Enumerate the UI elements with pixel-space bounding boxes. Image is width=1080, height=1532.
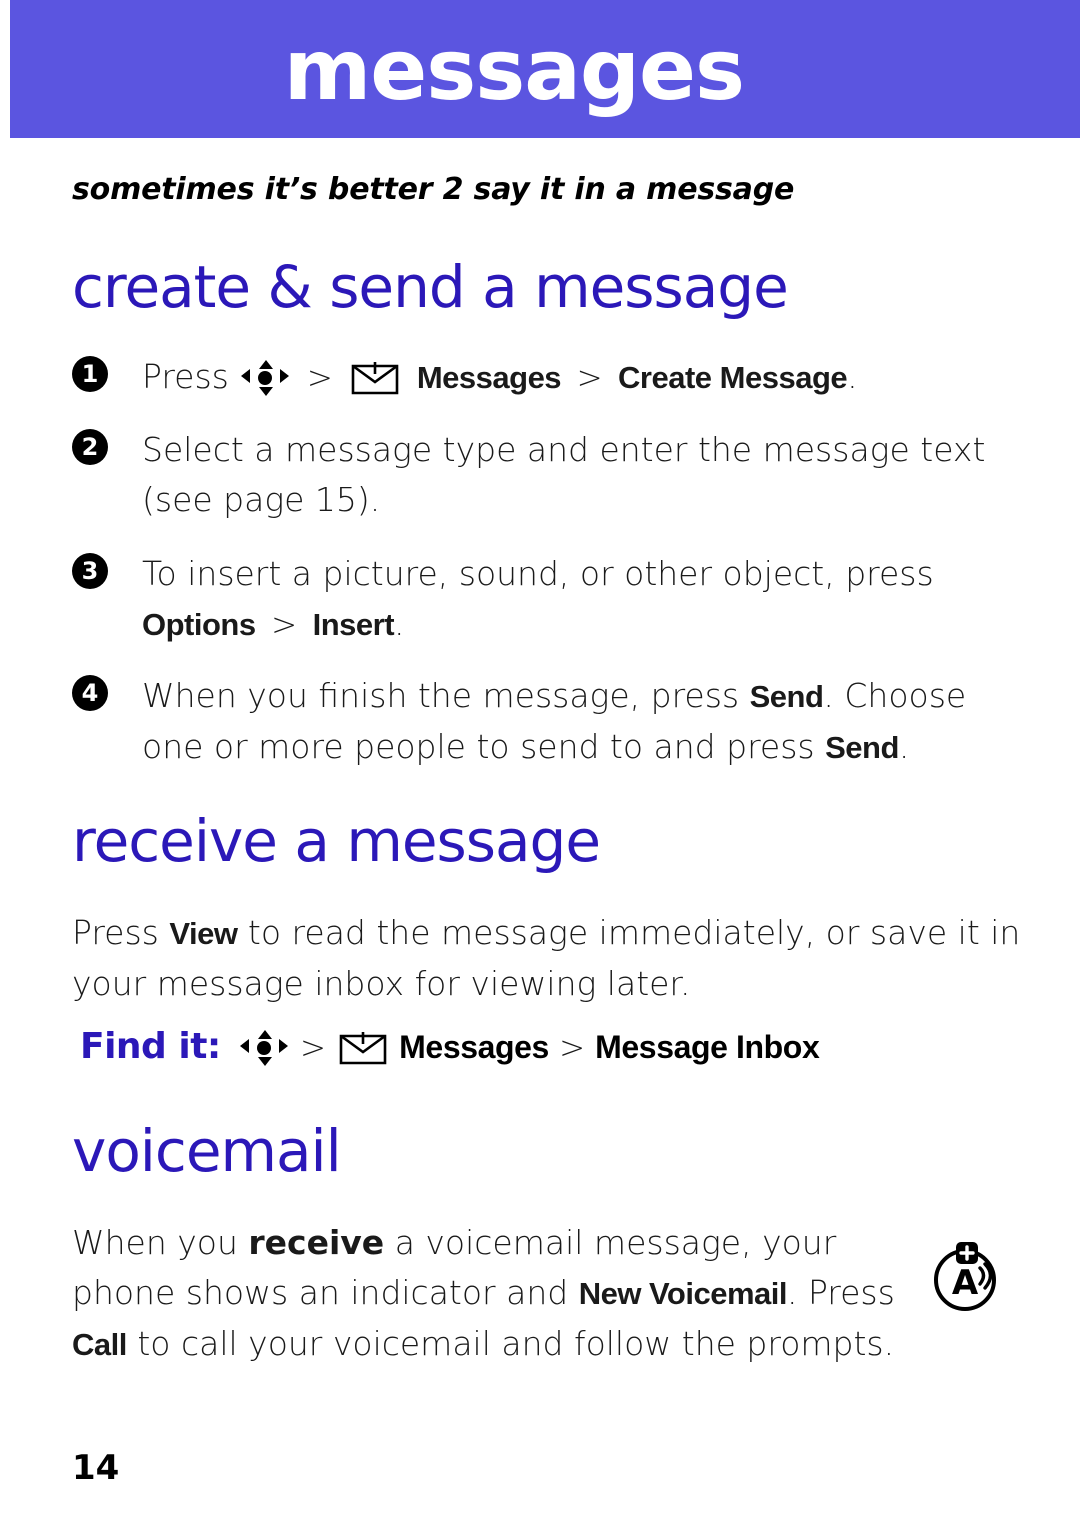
step-text: To insert a picture, sound, or other obj… <box>142 549 1012 650</box>
menu-path-create-message: Create Message <box>618 360 848 395</box>
navigation-key-icon <box>241 360 290 396</box>
softkey-call: Call <box>72 1327 127 1362</box>
page-title: messages <box>283 21 745 119</box>
step-text: Press > Messages > Create Message. <box>142 352 1012 403</box>
indicator-new-voicemail: New Voicemail <box>578 1276 788 1311</box>
page-number: 14 <box>72 1448 120 1488</box>
voicemail-emphasis-receive: receive <box>248 1223 385 1262</box>
path-separator: > <box>559 1030 586 1066</box>
step-tail-punctuation: . <box>847 357 858 396</box>
section-heading-voicemail: voicemail <box>72 1117 342 1185</box>
step-number-badge: 2 <box>72 429 108 465</box>
svg-text:A: A <box>952 1263 979 1303</box>
page-header-banner: messages <box>0 0 1080 138</box>
find-it-label: Find it: <box>80 1026 221 1067</box>
list-item: 1 Press > Messages > Create Message. <box>72 352 1012 403</box>
step-number-badge: 1 <box>72 356 108 392</box>
softkey-send-2: Send <box>825 730 899 765</box>
menu-path-messages: Messages <box>399 1029 549 1065</box>
step-lead-text: To insert a picture, sound, or other obj… <box>142 554 934 593</box>
path-separator: > <box>576 360 603 396</box>
receive-text-before: Press <box>72 913 170 952</box>
path-separator: > <box>271 607 298 643</box>
envelope-icon <box>350 360 400 396</box>
menu-path-message-inbox: Message Inbox <box>595 1029 820 1065</box>
page-tagline: sometimes it’s better 2 say it in a mess… <box>72 172 795 207</box>
voicemail-text-4: to call your voicemail and follow the pr… <box>126 1324 895 1363</box>
step-number-badge: 3 <box>72 553 108 589</box>
step-tail-punctuation: . <box>898 727 910 766</box>
step-text: Select a message type and enter the mess… <box>142 430 986 519</box>
header-left-margin <box>0 0 10 138</box>
voicemail-indicator-icon: A <box>925 1236 1003 1314</box>
section-heading-receive: receive a message <box>72 807 601 875</box>
navigation-key-icon <box>239 1030 288 1066</box>
menu-path-options: Options <box>142 607 256 642</box>
envelope-icon <box>338 1030 388 1066</box>
softkey-view: View <box>169 916 238 951</box>
voicemail-paragraph: When you receive a voicemail message, yo… <box>72 1218 902 1370</box>
softkey-send-1: Send <box>749 679 824 714</box>
list-item: 2 Select a message type and enter the me… <box>72 425 1012 525</box>
section-heading-create-send: create & send a message <box>72 253 789 321</box>
path-separator: > <box>300 1030 326 1066</box>
voicemail-text-1: When you <box>72 1223 249 1262</box>
voicemail-text-3: . Press <box>786 1273 895 1312</box>
receive-paragraph: Press View to read the message immediate… <box>72 908 1022 1009</box>
step-tail-punctuation: . <box>394 604 405 643</box>
list-item: 3 To insert a picture, sound, or other o… <box>72 549 1012 650</box>
list-item: 4 When you finish the message, press Sen… <box>72 671 1012 773</box>
path-separator: > <box>306 360 333 396</box>
menu-path-messages: Messages <box>416 360 562 395</box>
step-text: When you finish the message, press Send.… <box>142 671 1012 773</box>
step-lead-text: Press <box>142 357 229 396</box>
menu-path-insert: Insert <box>312 607 395 642</box>
step-lead-text: When you finish the message, press <box>142 676 750 715</box>
step-number-badge: 4 <box>72 675 108 711</box>
find-it-path: Find it: > Messages > Message Inbox <box>80 1026 820 1067</box>
